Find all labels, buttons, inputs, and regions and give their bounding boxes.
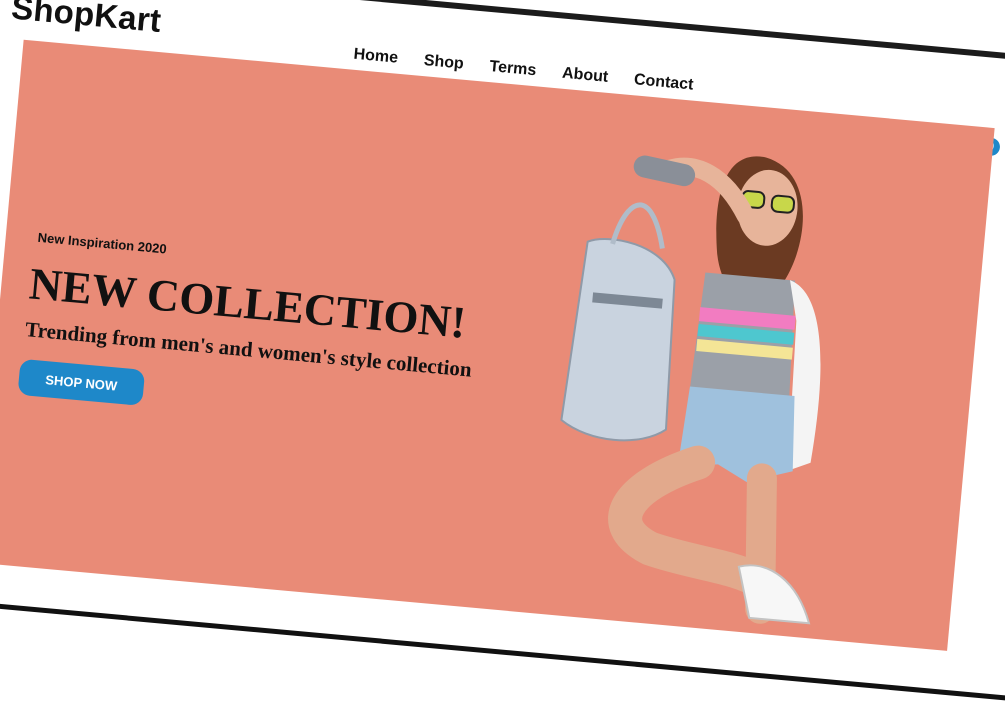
screenshot-stage: ShopKart Home Shop Terms About Contact N… — [0, 0, 1005, 702]
nav-item-terms[interactable]: Terms — [489, 58, 537, 80]
nav-item-home[interactable]: Home — [353, 46, 399, 68]
nav-item-shop[interactable]: Shop — [423, 52, 464, 74]
hero-model-image — [560, 155, 821, 625]
site-logo[interactable]: ShopKart — [10, 0, 163, 40]
shop-now-button[interactable]: SHOP NOW — [17, 358, 146, 406]
hero-banner: New Inspiration 2020 NEW COLLECTION! Tre… — [0, 39, 995, 651]
nav-item-contact[interactable]: Contact — [633, 71, 694, 94]
web-page: ShopKart Home Shop Terms About Contact N… — [0, 0, 1005, 701]
nav-item-about[interactable]: About — [561, 65, 609, 87]
hero-eyebrow: New Inspiration 2020 — [37, 229, 168, 257]
